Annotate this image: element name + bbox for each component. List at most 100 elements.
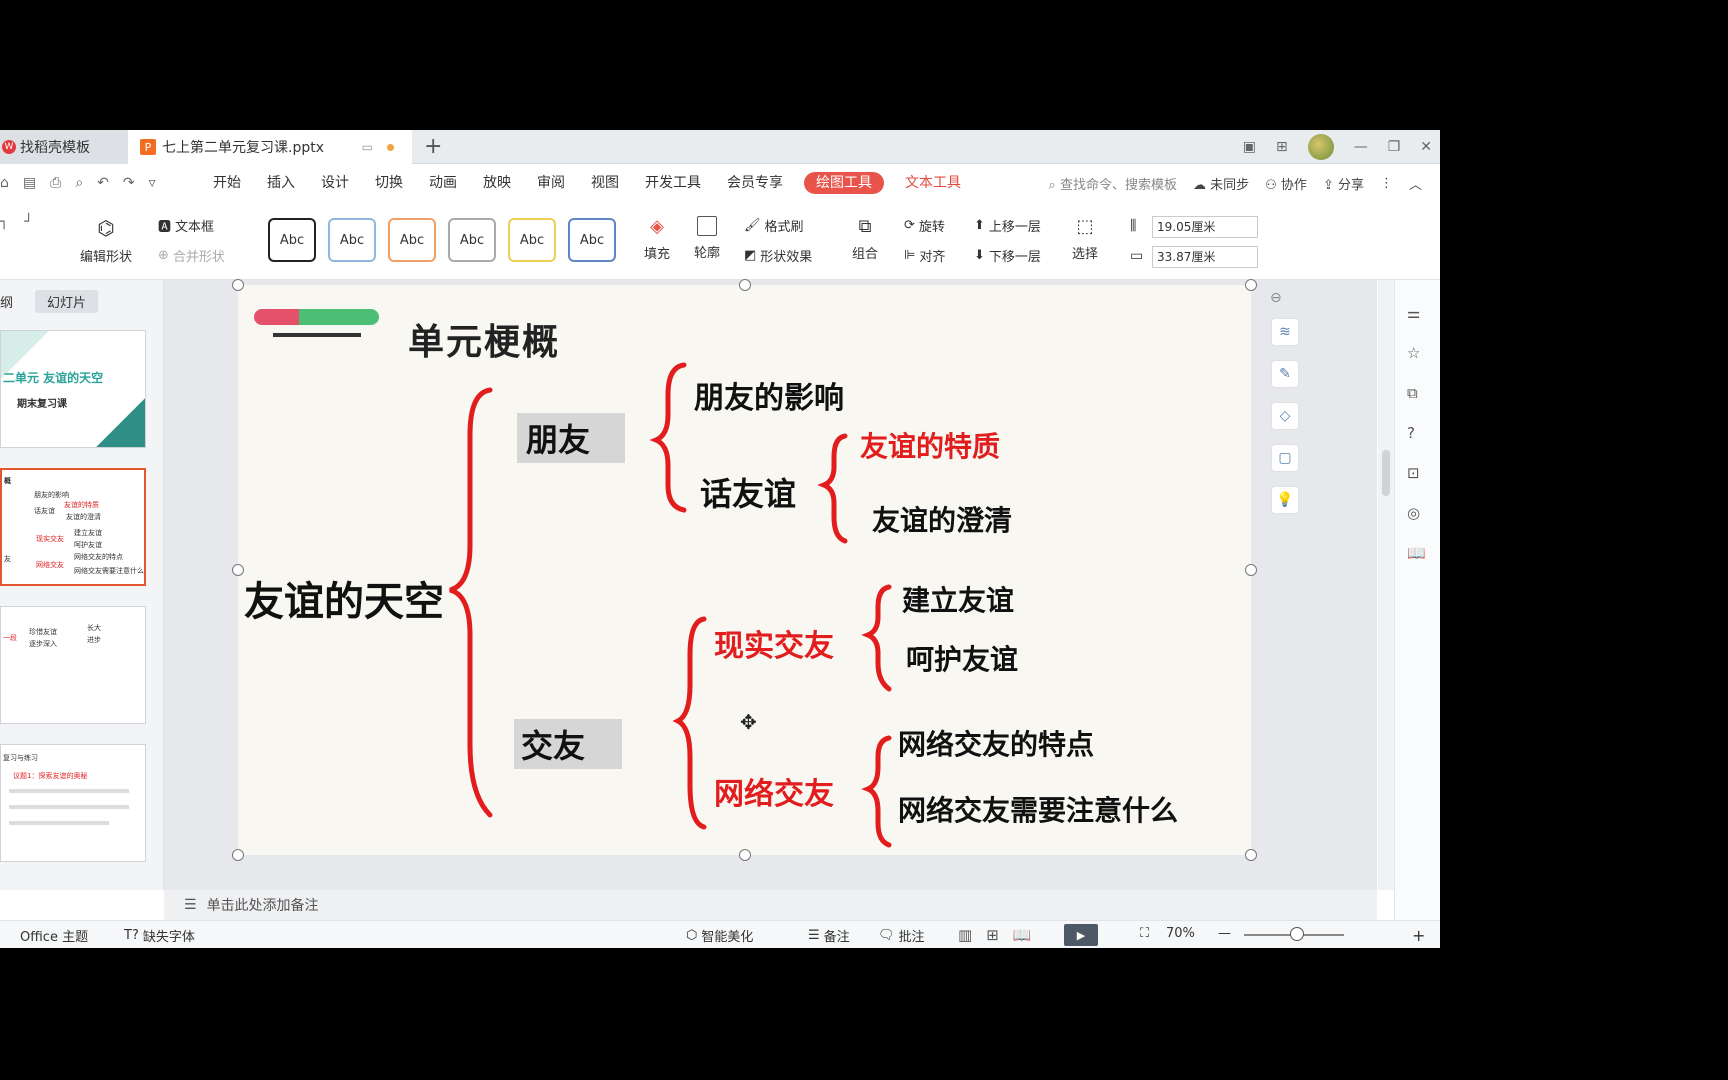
theme-name[interactable]: Office 主题 <box>20 926 88 945</box>
node-online-friends[interactable]: 网络交友 <box>714 769 834 813</box>
print-icon[interactable]: ⎙ <box>50 175 61 191</box>
lightbulb-icon[interactable]: 💡 <box>1271 486 1299 514</box>
tab-template-store[interactable]: W 找稻壳模板 <box>0 130 128 164</box>
shape-style-6[interactable]: Abc <box>568 218 616 262</box>
menu-developer[interactable]: 开发工具 <box>632 164 714 202</box>
more-icon[interactable]: ▿ <box>149 175 156 191</box>
redo-icon[interactable]: ↷ <box>123 175 135 191</box>
apps-grid-icon[interactable]: ⊞ <box>1276 139 1288 155</box>
node-protect-friendship[interactable]: 呵护友谊 <box>906 638 1018 678</box>
user-avatar[interactable] <box>1307 134 1334 160</box>
fill-button[interactable]: ◈ 填充 <box>644 216 670 262</box>
zoom-out-button[interactable]: — <box>1218 926 1231 941</box>
merge-shape-button[interactable]: ⊕ 合并形状 <box>158 246 225 265</box>
node-online-features[interactable]: 网络交友的特点 <box>898 723 1094 763</box>
outline-button[interactable]: 轮廓 <box>694 216 720 261</box>
normal-view-icon[interactable]: ▥ <box>958 926 972 944</box>
zoom-in-button[interactable]: + <box>1412 926 1425 945</box>
menu-member[interactable]: 会员专享 <box>714 164 796 202</box>
slide-thumbnail-1[interactable]: 二单元 友谊的天空 期末复习课 <box>0 330 146 448</box>
resize-handle-left[interactable] <box>232 564 244 576</box>
tab-current-document[interactable]: P 七上第二单元复习课.pptx ▭ <box>128 130 412 164</box>
format-painter-button[interactable]: 🖌 格式刷 <box>744 216 804 235</box>
node-friendship-qualities[interactable]: 友谊的特质 <box>860 425 1000 465</box>
star-icon[interactable]: ☆ <box>1407 344 1426 362</box>
monitor-icon[interactable]: ▭ <box>362 140 373 154</box>
undo-icon[interactable]: ↶ <box>97 175 109 191</box>
menu-transition[interactable]: 切换 <box>362 164 416 202</box>
node-friendship-clarification[interactable]: 友谊的澄清 <box>872 499 1012 539</box>
slide-thumbnail-2[interactable]: 概 朋友的影响 友谊的特质 话友谊 友谊的澄清 友 建立友谊 现实交友 呵护友谊… <box>0 468 146 586</box>
resize-handle-top[interactable] <box>739 279 751 291</box>
book-icon[interactable]: 📖 <box>1407 544 1426 562</box>
shape-style-2[interactable]: Abc <box>328 218 376 262</box>
share-button[interactable]: ⇪ 分享 <box>1323 174 1364 193</box>
outline-frame-icon[interactable]: ▢ <box>1271 444 1299 472</box>
reading-view-icon[interactable]: 📖 <box>1013 926 1032 944</box>
scrollbar-thumb[interactable] <box>1382 450 1390 496</box>
select-button[interactable]: ⬚ 选择 <box>1072 216 1098 262</box>
shape-effects-button[interactable]: ◩ 形状效果 <box>744 246 812 265</box>
save-icon[interactable]: ▤ <box>23 175 36 191</box>
edit-shape-button[interactable]: ⌬ 编辑形状 <box>80 216 132 265</box>
align-button[interactable]: ⊫ 对齐 <box>904 246 945 265</box>
preview-icon[interactable]: ⌕ <box>75 175 83 191</box>
new-tab-button[interactable]: + <box>424 134 442 159</box>
close-icon[interactable]: ✕ <box>1420 139 1432 155</box>
layers-icon[interactable]: ≋ <box>1271 318 1299 346</box>
tab-outline[interactable]: 纲 <box>0 290 25 313</box>
shape-line-gallery[interactable]: ┐ ┘ <box>0 214 33 230</box>
mindmap-root[interactable]: 友谊的天空 <box>244 569 444 627</box>
fit-window-button[interactable]: ⛶ <box>1140 926 1149 941</box>
rotate-button[interactable]: ⟳ 旋转 <box>904 216 945 235</box>
restore-icon[interactable]: ❐ <box>1388 139 1401 155</box>
compass-icon[interactable]: ◎ <box>1407 504 1426 522</box>
slide-thumbnail-4[interactable]: 议题1：探索友谊的奥秘 复习与练习 <box>0 744 146 862</box>
notes-toggle-button[interactable]: ☰ 备注 <box>808 926 850 945</box>
shape-style-3[interactable]: Abc <box>388 218 436 262</box>
vertical-scrollbar[interactable] <box>1378 280 1394 890</box>
missing-font-button[interactable]: T? 缺失字体 <box>124 926 195 945</box>
menu-insert[interactable]: 插入 <box>254 164 308 202</box>
resize-handle-top-right[interactable] <box>1245 279 1257 291</box>
collapse-tools-icon[interactable]: ⊖ <box>1270 290 1282 306</box>
menu-start[interactable]: 开始 <box>200 164 254 202</box>
gallery-icon[interactable]: ⊡ <box>1407 464 1426 482</box>
window-icon[interactable]: ⧉ <box>1407 384 1426 402</box>
slide-sorter-icon[interactable]: ⊞ <box>986 926 999 944</box>
smart-beautify-button[interactable]: ⬡ 智能美化 <box>686 926 753 945</box>
branch-make-friends[interactable]: 交友 <box>521 721 585 767</box>
group-button[interactable]: ⧉ 组合 <box>852 216 878 262</box>
zoom-slider-handle[interactable] <box>1290 927 1304 941</box>
menu-view[interactable]: 视图 <box>578 164 632 202</box>
minimize-icon[interactable]: — <box>1354 139 1368 155</box>
shape-style-1[interactable]: Abc <box>268 218 316 262</box>
shape-style-5[interactable]: Abc <box>508 218 556 262</box>
zoom-level[interactable]: 70% <box>1166 926 1195 941</box>
resize-handle-bottom-right[interactable] <box>1245 849 1257 861</box>
notes-area[interactable]: ☰ 单击此处添加备注 <box>164 890 1377 920</box>
node-friend-influence[interactable]: 朋友的影响 <box>694 373 844 417</box>
sync-status[interactable]: ☁ 未同步 <box>1193 174 1249 193</box>
tab-slides[interactable]: 幻灯片 <box>35 290 99 313</box>
bring-forward-button[interactable]: ⬆ 上移一层 <box>974 216 1041 235</box>
slide-canvas[interactable]: 单元梗概 友谊的天空 朋友 朋友的影响 话友谊 友谊的特质 友谊的澄清 交友 现… <box>238 285 1251 855</box>
menu-slideshow[interactable]: 放映 <box>470 164 524 202</box>
resize-handle-right[interactable] <box>1245 564 1257 576</box>
play-slideshow-button[interactable]: ▶ <box>1064 924 1098 946</box>
menu-animation[interactable]: 动画 <box>416 164 470 202</box>
menu-review[interactable]: 审阅 <box>524 164 578 202</box>
menu-text-tools[interactable]: 文本工具 <box>892 164 974 202</box>
comments-button[interactable]: 🗨 批注 <box>878 926 925 945</box>
node-real-friends[interactable]: 现实交友 <box>714 621 834 665</box>
node-talk-friendship[interactable]: 话友谊 <box>700 469 796 515</box>
properties-icon[interactable]: ⚌ <box>1407 304 1426 322</box>
shape-width-input[interactable]: 33.87厘米 <box>1152 246 1258 268</box>
node-build-friendship[interactable]: 建立友谊 <box>902 579 1014 619</box>
shape-height-input[interactable]: 19.05厘米 <box>1152 216 1258 238</box>
reading-mode-icon[interactable]: ▣ <box>1243 139 1256 155</box>
shape-style-4[interactable]: Abc <box>448 218 496 262</box>
resize-handle-bottom[interactable] <box>739 849 751 861</box>
command-search[interactable]: ⌕ 查找命令、搜索模板 <box>1049 174 1177 193</box>
menu-drawing-tools[interactable]: 绘图工具 <box>804 172 884 194</box>
